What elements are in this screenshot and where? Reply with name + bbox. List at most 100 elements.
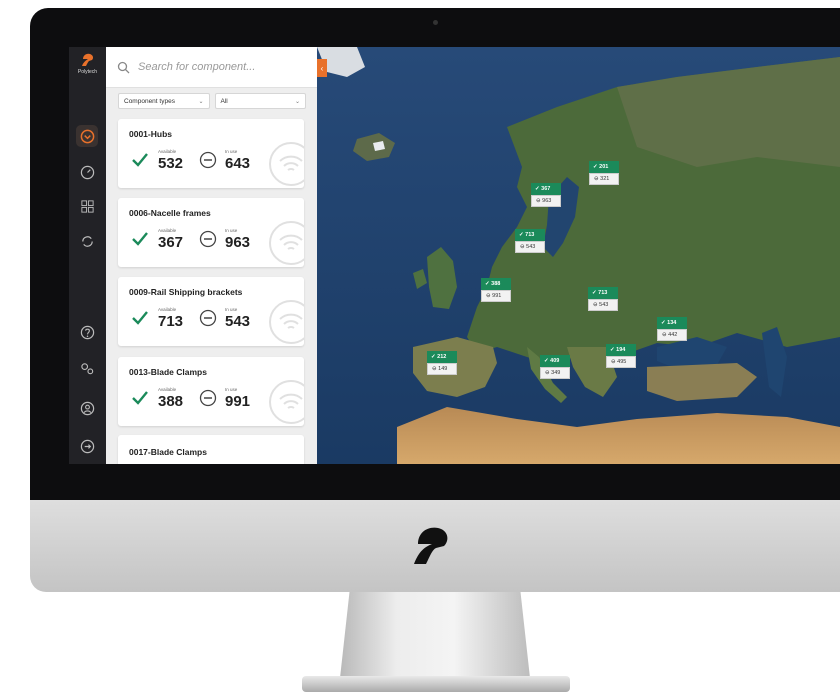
satellite-map-image: [317, 47, 840, 464]
search-icon: [117, 61, 130, 73]
marker-available: ✓ 713: [515, 229, 545, 241]
component-type-value: Component types: [124, 97, 175, 105]
chevron-down-icon: ⌄: [198, 98, 204, 105]
nav-performance[interactable]: [76, 161, 98, 183]
wifi-icon: [269, 300, 304, 344]
minus-circle-icon: [199, 389, 217, 407]
component-card[interactable]: 0001-Hubs Available 532 In use 643: [118, 119, 304, 188]
available-count: 388: [158, 393, 184, 410]
app-logo[interactable]: Polytech: [75, 53, 100, 83]
europe-map[interactable]: [317, 47, 840, 464]
available-count: 532: [158, 155, 184, 172]
nav-components[interactable]: [76, 195, 98, 217]
monitor-foot: [302, 676, 570, 692]
map-marker[interactable]: ✓ 367 ⊖ 963: [531, 183, 561, 209]
in-use-label: In use: [225, 149, 238, 154]
chin-logo-icon: [414, 527, 448, 564]
filter-row: Component types ⌄ All ⌄: [118, 93, 306, 109]
available-label: Available: [158, 307, 177, 312]
marker-in-use: ⊖ 963: [531, 195, 561, 207]
in-use-count: 963: [225, 234, 251, 251]
logo-icon: [81, 53, 93, 66]
check-icon: [132, 153, 148, 167]
available-count: 367: [158, 234, 184, 251]
component-name: 0001-Hubs: [129, 129, 172, 139]
map-marker[interactable]: ✓ 409 ⊖ 349: [540, 355, 570, 381]
in-use-label: In use: [225, 228, 238, 233]
marker-in-use: ⊖ 149: [427, 363, 457, 375]
marker-available: ✓ 409: [540, 355, 570, 367]
in-use-label: In use: [225, 387, 238, 392]
component-card[interactable]: 0009-Rail Shipping brackets Available 71…: [118, 277, 304, 346]
chevron-down-icon: ⌄: [294, 98, 300, 105]
help-icon: [80, 325, 94, 339]
marker-available: ✓ 367: [531, 183, 561, 195]
marker-available: ✓ 201: [589, 161, 619, 173]
nav-help[interactable]: [76, 321, 98, 343]
check-icon: [132, 311, 148, 325]
minus-circle-icon: [199, 230, 217, 248]
component-card[interactable]: 0017-Blade Clamps: [118, 435, 304, 464]
minus-circle-icon: [199, 309, 217, 327]
map-marker[interactable]: ✓ 194 ⊖ 495: [606, 344, 636, 370]
wifi-icon: [269, 142, 304, 186]
marker-in-use: ⊖ 543: [588, 299, 618, 311]
marker-in-use: ⊖ 321: [589, 173, 619, 185]
available-label: Available: [158, 228, 177, 233]
available-count: 713: [158, 313, 184, 330]
dashboard-icon: [80, 129, 94, 143]
available-label: Available: [158, 387, 177, 392]
map-marker[interactable]: ✓ 713 ⊖ 543: [588, 287, 618, 313]
marker-in-use: ⊖ 495: [606, 356, 636, 368]
nav-logout[interactable]: [76, 435, 98, 457]
filter-value-select[interactable]: All ⌄: [214, 93, 306, 109]
camera: [433, 20, 438, 25]
search-bar: [106, 47, 317, 88]
component-name: 0006-Nacelle frames: [129, 208, 211, 218]
collapse-panel-button[interactable]: ‹: [317, 59, 327, 77]
marker-available: ✓ 194: [606, 344, 636, 356]
marker-available: ✓ 388: [481, 278, 511, 290]
in-use-count: 991: [225, 393, 251, 410]
component-panel: Component types ⌄ All ⌄ 0001-Hubs Availa…: [106, 47, 317, 464]
nav-profile[interactable]: [76, 397, 98, 419]
marker-available: ✓ 713: [588, 287, 618, 299]
in-use-count: 643: [225, 155, 251, 172]
map-marker[interactable]: ✓ 388 ⊖ 991: [481, 278, 511, 304]
component-card[interactable]: 0006-Nacelle frames Available 367 In use…: [118, 198, 304, 267]
check-icon: [132, 232, 148, 246]
brand-name: Polytech: [77, 69, 98, 75]
icon-sidebar: Polytech: [69, 47, 106, 464]
filter-value: All: [220, 97, 228, 105]
component-name: 0013-Blade Clamps: [129, 367, 207, 377]
map-marker[interactable]: ✓ 201 ⊖ 321: [589, 161, 619, 187]
marker-available: ✓ 212: [427, 351, 457, 363]
component-card[interactable]: 0013-Blade Clamps Available 388 In use 9…: [118, 357, 304, 426]
screen: ‹ ✓ 201 ⊖ 321 ✓ 367 ⊖ 963 ✓ 713 ⊖ 543 ✓ …: [69, 47, 840, 464]
check-icon: [132, 391, 148, 405]
map-marker[interactable]: ✓ 134 ⊖ 442: [657, 317, 687, 343]
search-input[interactable]: [136, 60, 300, 74]
logout-icon: [80, 439, 94, 453]
component-name: 0017-Blade Clamps: [129, 447, 207, 457]
minus-circle-icon: [199, 151, 217, 169]
marker-in-use: ⊖ 349: [540, 367, 570, 379]
marker-in-use: ⊖ 442: [657, 329, 687, 341]
monitor-stand: [340, 592, 530, 678]
nav-sync[interactable]: [76, 230, 98, 252]
marker-in-use: ⊖ 991: [481, 290, 511, 302]
user-icon: [80, 401, 94, 415]
component-name: 0009-Rail Shipping brackets: [129, 287, 243, 297]
wifi-icon: [269, 380, 304, 424]
marker-available: ✓ 134: [657, 317, 687, 329]
nav-dashboard[interactable]: [76, 125, 98, 147]
map-marker[interactable]: ✓ 713 ⊖ 543: [515, 229, 545, 255]
nav-settings[interactable]: [76, 357, 98, 379]
marker-in-use: ⊖ 543: [515, 241, 545, 253]
available-label: Available: [158, 149, 177, 154]
in-use-count: 543: [225, 313, 251, 330]
component-type-select[interactable]: Component types ⌄: [118, 93, 210, 109]
in-use-label: In use: [225, 307, 238, 312]
grid-icon: [80, 199, 94, 213]
map-marker[interactable]: ✓ 212 ⊖ 149: [427, 351, 457, 377]
